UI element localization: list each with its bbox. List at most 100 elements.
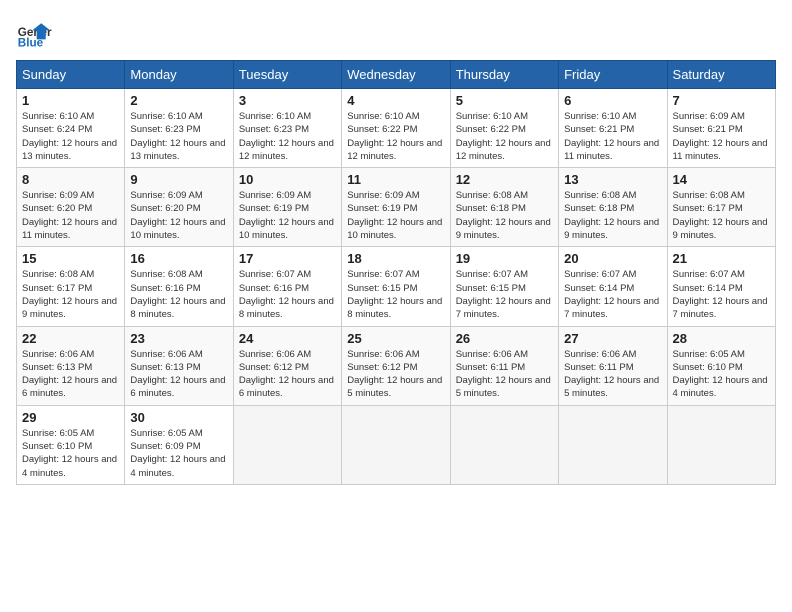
calendar-table: SundayMondayTuesdayWednesdayThursdayFrid… <box>16 60 776 485</box>
day-info: Sunrise: 6:08 AM Sunset: 6:18 PM Dayligh… <box>564 189 661 242</box>
day-number: 5 <box>456 93 553 108</box>
calendar-cell: 2 Sunrise: 6:10 AM Sunset: 6:23 PM Dayli… <box>125 89 233 168</box>
calendar-week-3: 15 Sunrise: 6:08 AM Sunset: 6:17 PM Dayl… <box>17 247 776 326</box>
day-info: Sunrise: 6:09 AM Sunset: 6:19 PM Dayligh… <box>347 189 444 242</box>
calendar-cell: 7 Sunrise: 6:09 AM Sunset: 6:21 PM Dayli… <box>667 89 775 168</box>
calendar-cell: 14 Sunrise: 6:08 AM Sunset: 6:17 PM Dayl… <box>667 168 775 247</box>
day-number: 29 <box>22 410 119 425</box>
page-header: General Blue <box>16 16 776 52</box>
day-number: 7 <box>673 93 770 108</box>
day-info: Sunrise: 6:08 AM Sunset: 6:16 PM Dayligh… <box>130 268 227 321</box>
day-info: Sunrise: 6:10 AM Sunset: 6:23 PM Dayligh… <box>239 110 336 163</box>
day-number: 30 <box>130 410 227 425</box>
calendar-cell: 24 Sunrise: 6:06 AM Sunset: 6:12 PM Dayl… <box>233 326 341 405</box>
calendar-cell: 8 Sunrise: 6:09 AM Sunset: 6:20 PM Dayli… <box>17 168 125 247</box>
calendar-cell <box>342 405 450 484</box>
header-sunday: Sunday <box>17 61 125 89</box>
day-info: Sunrise: 6:06 AM Sunset: 6:12 PM Dayligh… <box>347 348 444 401</box>
day-info: Sunrise: 6:09 AM Sunset: 6:20 PM Dayligh… <box>130 189 227 242</box>
calendar-cell: 3 Sunrise: 6:10 AM Sunset: 6:23 PM Dayli… <box>233 89 341 168</box>
day-number: 24 <box>239 331 336 346</box>
calendar-cell: 5 Sunrise: 6:10 AM Sunset: 6:22 PM Dayli… <box>450 89 558 168</box>
calendar-cell: 27 Sunrise: 6:06 AM Sunset: 6:11 PM Dayl… <box>559 326 667 405</box>
calendar-cell: 10 Sunrise: 6:09 AM Sunset: 6:19 PM Dayl… <box>233 168 341 247</box>
day-info: Sunrise: 6:06 AM Sunset: 6:13 PM Dayligh… <box>130 348 227 401</box>
calendar-cell: 15 Sunrise: 6:08 AM Sunset: 6:17 PM Dayl… <box>17 247 125 326</box>
calendar-cell: 9 Sunrise: 6:09 AM Sunset: 6:20 PM Dayli… <box>125 168 233 247</box>
calendar-cell: 29 Sunrise: 6:05 AM Sunset: 6:10 PM Dayl… <box>17 405 125 484</box>
calendar-week-4: 22 Sunrise: 6:06 AM Sunset: 6:13 PM Dayl… <box>17 326 776 405</box>
day-info: Sunrise: 6:05 AM Sunset: 6:10 PM Dayligh… <box>673 348 770 401</box>
calendar-cell: 11 Sunrise: 6:09 AM Sunset: 6:19 PM Dayl… <box>342 168 450 247</box>
calendar-cell: 30 Sunrise: 6:05 AM Sunset: 6:09 PM Dayl… <box>125 405 233 484</box>
day-number: 17 <box>239 251 336 266</box>
day-info: Sunrise: 6:08 AM Sunset: 6:17 PM Dayligh… <box>22 268 119 321</box>
calendar-cell: 4 Sunrise: 6:10 AM Sunset: 6:22 PM Dayli… <box>342 89 450 168</box>
day-number: 25 <box>347 331 444 346</box>
calendar-cell: 26 Sunrise: 6:06 AM Sunset: 6:11 PM Dayl… <box>450 326 558 405</box>
calendar-week-2: 8 Sunrise: 6:09 AM Sunset: 6:20 PM Dayli… <box>17 168 776 247</box>
calendar-cell <box>559 405 667 484</box>
day-number: 8 <box>22 172 119 187</box>
calendar-cell: 13 Sunrise: 6:08 AM Sunset: 6:18 PM Dayl… <box>559 168 667 247</box>
calendar-cell: 6 Sunrise: 6:10 AM Sunset: 6:21 PM Dayli… <box>559 89 667 168</box>
header-friday: Friday <box>559 61 667 89</box>
day-number: 12 <box>456 172 553 187</box>
calendar-week-1: 1 Sunrise: 6:10 AM Sunset: 6:24 PM Dayli… <box>17 89 776 168</box>
header-wednesday: Wednesday <box>342 61 450 89</box>
day-number: 28 <box>673 331 770 346</box>
day-info: Sunrise: 6:09 AM Sunset: 6:21 PM Dayligh… <box>673 110 770 163</box>
day-number: 18 <box>347 251 444 266</box>
day-number: 6 <box>564 93 661 108</box>
calendar-cell: 1 Sunrise: 6:10 AM Sunset: 6:24 PM Dayli… <box>17 89 125 168</box>
calendar-cell: 17 Sunrise: 6:07 AM Sunset: 6:16 PM Dayl… <box>233 247 341 326</box>
day-number: 23 <box>130 331 227 346</box>
day-number: 14 <box>673 172 770 187</box>
day-number: 15 <box>22 251 119 266</box>
header-thursday: Thursday <box>450 61 558 89</box>
header-monday: Monday <box>125 61 233 89</box>
calendar-cell: 18 Sunrise: 6:07 AM Sunset: 6:15 PM Dayl… <box>342 247 450 326</box>
day-info: Sunrise: 6:08 AM Sunset: 6:17 PM Dayligh… <box>673 189 770 242</box>
header-saturday: Saturday <box>667 61 775 89</box>
day-number: 10 <box>239 172 336 187</box>
calendar-cell: 16 Sunrise: 6:08 AM Sunset: 6:16 PM Dayl… <box>125 247 233 326</box>
day-number: 22 <box>22 331 119 346</box>
day-number: 27 <box>564 331 661 346</box>
day-info: Sunrise: 6:09 AM Sunset: 6:19 PM Dayligh… <box>239 189 336 242</box>
day-number: 19 <box>456 251 553 266</box>
day-info: Sunrise: 6:10 AM Sunset: 6:22 PM Dayligh… <box>347 110 444 163</box>
day-info: Sunrise: 6:10 AM Sunset: 6:23 PM Dayligh… <box>130 110 227 163</box>
day-info: Sunrise: 6:05 AM Sunset: 6:09 PM Dayligh… <box>130 427 227 480</box>
day-number: 26 <box>456 331 553 346</box>
calendar-cell: 23 Sunrise: 6:06 AM Sunset: 6:13 PM Dayl… <box>125 326 233 405</box>
day-number: 20 <box>564 251 661 266</box>
day-info: Sunrise: 6:07 AM Sunset: 6:14 PM Dayligh… <box>673 268 770 321</box>
day-info: Sunrise: 6:07 AM Sunset: 6:14 PM Dayligh… <box>564 268 661 321</box>
logo-icon: General Blue <box>16 16 52 52</box>
day-number: 11 <box>347 172 444 187</box>
calendar-cell: 12 Sunrise: 6:08 AM Sunset: 6:18 PM Dayl… <box>450 168 558 247</box>
calendar-week-5: 29 Sunrise: 6:05 AM Sunset: 6:10 PM Dayl… <box>17 405 776 484</box>
calendar-cell <box>450 405 558 484</box>
day-number: 9 <box>130 172 227 187</box>
calendar-cell <box>233 405 341 484</box>
calendar-cell: 28 Sunrise: 6:05 AM Sunset: 6:10 PM Dayl… <box>667 326 775 405</box>
day-number: 13 <box>564 172 661 187</box>
day-info: Sunrise: 6:06 AM Sunset: 6:11 PM Dayligh… <box>564 348 661 401</box>
day-number: 16 <box>130 251 227 266</box>
calendar-cell: 25 Sunrise: 6:06 AM Sunset: 6:12 PM Dayl… <box>342 326 450 405</box>
calendar-cell: 22 Sunrise: 6:06 AM Sunset: 6:13 PM Dayl… <box>17 326 125 405</box>
day-info: Sunrise: 6:06 AM Sunset: 6:13 PM Dayligh… <box>22 348 119 401</box>
header-tuesday: Tuesday <box>233 61 341 89</box>
day-info: Sunrise: 6:10 AM Sunset: 6:22 PM Dayligh… <box>456 110 553 163</box>
calendar-cell: 20 Sunrise: 6:07 AM Sunset: 6:14 PM Dayl… <box>559 247 667 326</box>
day-info: Sunrise: 6:05 AM Sunset: 6:10 PM Dayligh… <box>22 427 119 480</box>
day-number: 2 <box>130 93 227 108</box>
day-info: Sunrise: 6:08 AM Sunset: 6:18 PM Dayligh… <box>456 189 553 242</box>
calendar-cell <box>667 405 775 484</box>
day-number: 3 <box>239 93 336 108</box>
day-info: Sunrise: 6:06 AM Sunset: 6:12 PM Dayligh… <box>239 348 336 401</box>
day-info: Sunrise: 6:07 AM Sunset: 6:15 PM Dayligh… <box>347 268 444 321</box>
calendar-header-row: SundayMondayTuesdayWednesdayThursdayFrid… <box>17 61 776 89</box>
